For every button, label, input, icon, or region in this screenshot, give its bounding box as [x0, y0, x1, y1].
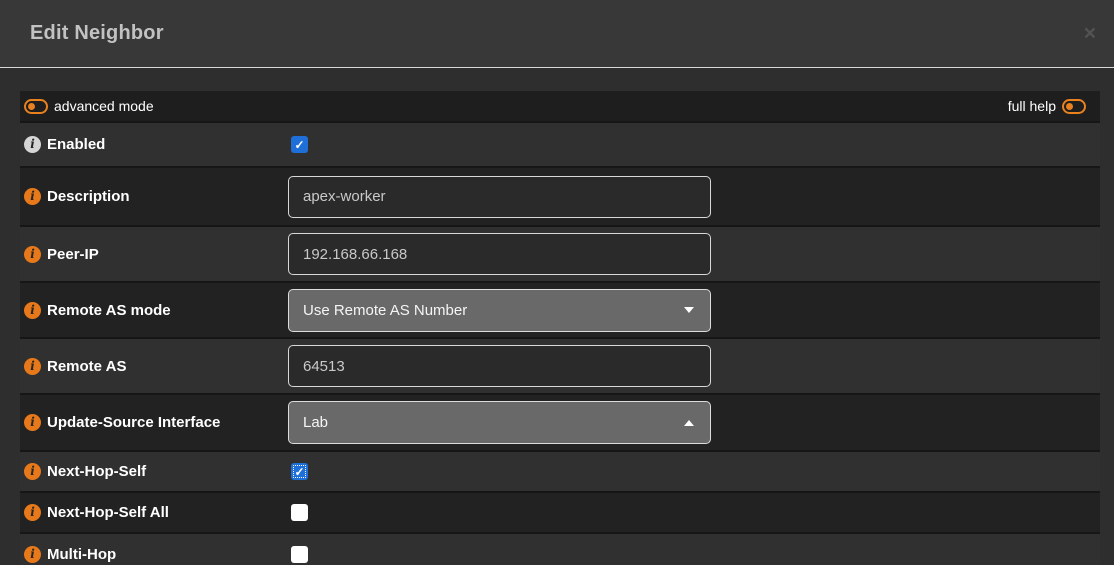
remote-as-mode-select[interactable]: Use Remote AS Number: [288, 289, 711, 332]
info-icon[interactable]: i: [24, 504, 41, 521]
label-cell: i Description: [20, 188, 288, 205]
update-source-interface-select[interactable]: Lab: [288, 401, 711, 444]
field-label: Next-Hop-Self: [47, 463, 146, 480]
row-next-hop-self: i Next-Hop-Self ✓: [20, 450, 1100, 491]
field-label: Enabled: [47, 136, 105, 153]
form-toolbar-row: advanced mode full help: [20, 91, 1100, 121]
label-cell: i Enabled: [20, 136, 288, 153]
dialog-body: advanced mode full help i Enabled ✓ i De…: [0, 68, 1114, 565]
field-label: Remote AS mode: [47, 302, 171, 319]
control-cell: Use Remote AS Number: [288, 289, 1100, 332]
next-hop-self-all-checkbox[interactable]: ✓: [291, 504, 308, 521]
chevron-up-icon: [684, 420, 694, 426]
row-peer-ip: i Peer-IP: [20, 225, 1100, 281]
field-label: Description: [47, 188, 130, 205]
selected-option-label: Use Remote AS Number: [303, 302, 467, 319]
label-cell: i Peer-IP: [20, 246, 288, 263]
row-description: i Description: [20, 166, 1100, 225]
dialog-title: Edit Neighbor: [30, 22, 164, 45]
chevron-down-icon: [684, 307, 694, 313]
peer-ip-input[interactable]: [288, 233, 711, 275]
next-hop-self-checkbox[interactable]: ✓: [291, 463, 308, 480]
label-cell: i Next-Hop-Self: [20, 463, 288, 480]
field-label: Multi-Hop: [47, 546, 116, 563]
info-icon[interactable]: i: [24, 414, 41, 431]
row-multi-hop: i Multi-Hop ✓: [20, 532, 1100, 565]
neighbor-form: advanced mode full help i Enabled ✓ i De…: [20, 91, 1100, 565]
advanced-mode-control[interactable]: advanced mode: [24, 98, 154, 114]
control-cell: [288, 345, 1100, 387]
advanced-mode-label: advanced mode: [54, 98, 154, 114]
enabled-checkbox[interactable]: ✓: [291, 136, 308, 153]
dialog-header: Edit Neighbor ×: [0, 0, 1114, 68]
label-cell: i Update-Source Interface: [20, 414, 288, 431]
info-icon[interactable]: i: [24, 358, 41, 375]
field-label: Next-Hop-Self All: [47, 504, 169, 521]
field-label: Remote AS: [47, 358, 126, 375]
info-icon[interactable]: i: [24, 302, 41, 319]
advanced-mode-toggle-icon[interactable]: [24, 99, 48, 114]
control-cell: ✓: [288, 504, 1100, 521]
info-icon[interactable]: i: [24, 188, 41, 205]
field-label: Peer-IP: [47, 246, 99, 263]
row-next-hop-self-all: i Next-Hop-Self All ✓: [20, 491, 1100, 532]
label-cell: i Multi-Hop: [20, 546, 288, 563]
control-cell: [288, 233, 1100, 275]
control-cell: Lab: [288, 401, 1100, 444]
control-cell: [288, 176, 1100, 218]
label-cell: i Remote AS mode: [20, 302, 288, 319]
full-help-toggle-icon[interactable]: [1062, 99, 1086, 114]
field-label: Update-Source Interface: [47, 414, 220, 431]
info-icon[interactable]: i: [24, 463, 41, 480]
row-remote-as-mode: i Remote AS mode Use Remote AS Number: [20, 281, 1100, 337]
full-help-control[interactable]: full help: [1008, 98, 1086, 114]
full-help-label: full help: [1008, 98, 1056, 114]
remote-as-input[interactable]: [288, 345, 711, 387]
info-icon[interactable]: i: [24, 546, 41, 563]
row-update-source-interface: i Update-Source Interface Lab: [20, 393, 1100, 450]
control-cell: ✓: [288, 136, 1100, 153]
close-icon[interactable]: ×: [1084, 23, 1096, 44]
row-remote-as: i Remote AS: [20, 337, 1100, 393]
row-enabled: i Enabled ✓: [20, 121, 1100, 166]
label-cell: i Next-Hop-Self All: [20, 504, 288, 521]
selected-option-label: Lab: [303, 414, 328, 431]
control-cell: ✓: [288, 546, 1100, 563]
control-cell: ✓: [288, 463, 1100, 480]
info-icon[interactable]: i: [24, 136, 41, 153]
multi-hop-checkbox[interactable]: ✓: [291, 546, 308, 563]
info-icon[interactable]: i: [24, 246, 41, 263]
label-cell: i Remote AS: [20, 358, 288, 375]
description-input[interactable]: [288, 176, 711, 218]
